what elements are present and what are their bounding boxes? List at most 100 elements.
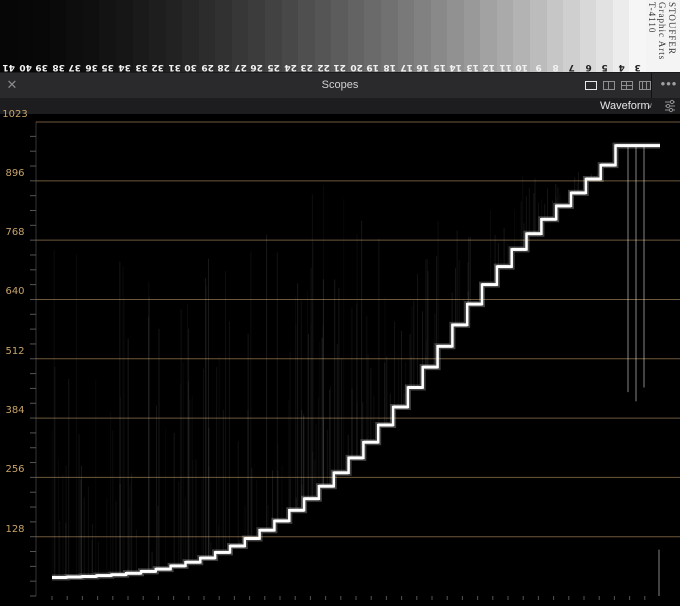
wedge-step: 22	[314, 0, 332, 72]
waveform-trace-glow	[52, 142, 660, 581]
wedge-step: 11	[496, 0, 515, 72]
waveform-step-mark	[571, 191, 586, 195]
wedge-step-number: 33	[134, 62, 148, 72]
wedge-step: 15	[430, 0, 448, 72]
wedge-step-number: 10	[515, 62, 529, 72]
wedge-step-number: 3	[634, 62, 642, 72]
waveform-step-mark	[393, 405, 408, 409]
wedge-step-number: 27	[234, 62, 247, 72]
wedge-step-number: 6	[585, 62, 592, 72]
wedge-step-number: 35	[101, 62, 115, 72]
waveform-step-mark	[96, 574, 112, 578]
scope-type-label: Waveform	[600, 100, 650, 112]
scope-type-dropdown[interactable]: Waveform ∨	[592, 98, 658, 114]
more-options-icon[interactable]: •••	[659, 75, 679, 95]
header-separator	[651, 73, 652, 99]
wedge-step-number: 16	[416, 62, 429, 72]
wedge-step-number: 38	[52, 62, 65, 72]
waveform-step-mark	[496, 265, 512, 269]
wedge-step-number: 24	[283, 62, 297, 72]
waveform-step-mark	[318, 484, 334, 488]
waveform-step-mark	[526, 232, 542, 236]
waveform-step-mark	[348, 456, 364, 460]
waveform-step-mark	[452, 323, 468, 327]
waveform-step-mark	[230, 544, 245, 548]
waveform-step-mark	[52, 576, 67, 579]
wedge-step: 29	[198, 0, 216, 72]
waveform-step-mark	[141, 569, 156, 573]
y-axis-label: 384	[5, 405, 25, 417]
wedge-step-number: 13	[466, 62, 479, 72]
wedge-step: 39	[33, 0, 51, 72]
wedge-step-number: 41	[2, 62, 15, 72]
wedge-step: 31	[165, 0, 183, 72]
waveform-step-mark	[630, 144, 646, 148]
wedge-step-number: 20	[350, 62, 363, 72]
waveform-step-mark	[244, 537, 260, 540]
wedge-step: 30	[182, 0, 200, 72]
wedge-step-number: 21	[333, 62, 347, 72]
wedge-step-number: 31	[167, 62, 181, 72]
wedge-step: 24	[281, 0, 299, 72]
wedge-step: 37	[66, 0, 84, 72]
wedge-step-number: 26	[250, 62, 264, 72]
wedge-step-number: 28	[217, 62, 231, 72]
y-axis-label: 128	[5, 523, 25, 535]
close-icon[interactable]: ✕	[5, 77, 19, 93]
waveform-step-mark	[333, 471, 349, 475]
waveform-scope: 128 256 384 512 640 768 896 1023	[0, 109, 680, 606]
waveform-step-mark	[170, 564, 186, 568]
waveform-step-mark	[259, 528, 275, 532]
waveform-step-mark	[585, 177, 601, 181]
waveform-step-mark	[437, 344, 453, 348]
wedge-step-number: 39	[35, 62, 48, 72]
wedge-step: 12	[480, 0, 498, 72]
wedge-step: 20	[347, 0, 365, 72]
waveform-step-mark	[304, 497, 319, 501]
waveform-step-mark	[111, 573, 127, 577]
wedge-step: 9	[530, 0, 548, 72]
wedge-step: 7	[563, 0, 581, 72]
wedge-step-number: 4	[618, 62, 625, 72]
wedge-step: 27	[231, 0, 250, 72]
wedge-step: 8	[546, 0, 564, 72]
wedge-step: 28	[215, 0, 233, 72]
wedge-step-number: 25	[267, 62, 280, 72]
quad-layout-icon[interactable]	[621, 81, 633, 90]
scope-toolbar: Waveform ∨	[0, 98, 680, 114]
scope-settings-icon[interactable]	[662, 98, 678, 114]
wedge-step: 5	[596, 0, 614, 72]
wedge-step: 25	[265, 0, 283, 72]
y-axis-label: 256	[5, 464, 25, 476]
waveform-step-mark	[556, 204, 571, 208]
step-wedge-label: STOUFFER Graphic Arts T-4110	[646, 0, 680, 72]
wedge-step: 6	[579, 0, 597, 72]
step-wedge-image: 41 40 39 38 37 3 6 35 34 33 32 31 30 29 28 27 26 25 24 23 22…	[0, 0, 680, 72]
dual-layout-icon[interactable]	[603, 81, 615, 90]
wedge-step-number: 9	[535, 62, 542, 72]
waveform-step-mark	[289, 508, 305, 512]
y-axis-label: 640	[5, 286, 25, 298]
wedge-step-number: 12	[482, 62, 496, 72]
single-layout-icon[interactable]	[585, 81, 597, 90]
y-axis-label: 896	[5, 167, 25, 179]
wedge-step-number: 7	[568, 62, 575, 72]
waveform-step-mark	[422, 365, 438, 369]
wedge-step: 32	[149, 0, 167, 72]
wedge-step: 33	[132, 0, 150, 72]
wedge-step-number: 11	[499, 62, 512, 72]
wedge-step: 23	[298, 0, 316, 72]
scopes-panel-header: ✕ Scopes •••	[0, 72, 680, 99]
wedge-step-number: 18	[383, 62, 396, 72]
wedge-step-number: 34	[118, 62, 131, 72]
wedge-step: 40	[16, 0, 34, 72]
wedge-step-number: 29	[201, 62, 214, 72]
wedge-step: 14	[447, 0, 465, 72]
wedge-step: 21	[331, 0, 349, 72]
waveform-step-mark	[407, 386, 423, 389]
wedge-step: 34	[115, 0, 134, 72]
wedge-step-number: 30	[184, 62, 198, 72]
grid-layout-icon[interactable]	[639, 81, 651, 90]
wedge-step: 38	[49, 0, 67, 72]
wedge-step-number: 19	[366, 62, 380, 72]
